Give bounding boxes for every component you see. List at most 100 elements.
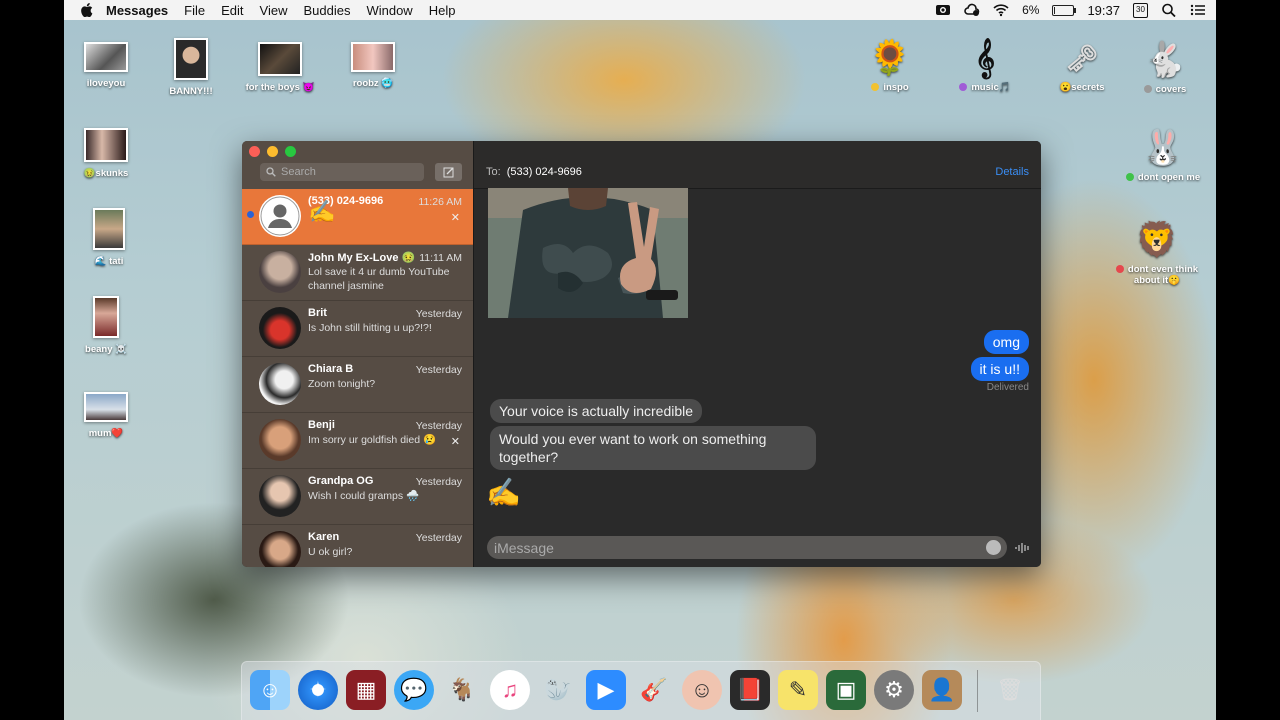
spotlight-search-icon[interactable] — [1161, 3, 1177, 17]
conversation-row[interactable]: Brit Yesterday Is John still hitting u u… — [242, 301, 473, 357]
received-message-bubble[interactable]: Your voice is actually incredible — [490, 399, 703, 423]
sent-message-bubble[interactable]: omg — [983, 330, 1029, 354]
conversation-time: Yesterday — [415, 364, 462, 376]
unread-dot — [247, 211, 254, 218]
conversation-row[interactable]: Karen Yesterday U ok girl? — [242, 525, 473, 567]
close-window-button[interactable] — [249, 146, 260, 157]
zoom-icon[interactable]: ▶ — [586, 670, 626, 710]
conversation-name: Brit — [308, 307, 327, 319]
desktop-folder-dont-even-think-about-it[interactable]: 🦁 dont even think about it🤫 — [1112, 220, 1202, 286]
minimize-window-button[interactable] — [267, 146, 278, 157]
desktop-icon-label: tati — [109, 256, 124, 267]
dock: ☺ ✦ ▦ 💬 🐐 ♫ 🦭 ▶ 🎸 ☺ 📕 ✎ ▣ ⚙ 👤 🗑 — [241, 661, 1041, 720]
sent-message-bubble[interactable]: it is u!! — [970, 357, 1029, 381]
calendar-icon[interactable]: 30 — [1133, 2, 1148, 18]
system-preferences-icon[interactable]: ⚙ — [874, 670, 914, 710]
clock[interactable]: 19:37 — [1087, 3, 1120, 18]
conversation-preview: ✍️ — [308, 199, 336, 224]
desktop-folder-skunks[interactable]: 🤢skunks — [64, 128, 151, 179]
garageband-icon[interactable]: 🎸 — [634, 670, 674, 710]
creative-cloud-icon[interactable] — [964, 3, 980, 17]
desktop-folder-covers[interactable]: 🐇 covers — [1120, 40, 1210, 95]
desktop-folder-mum[interactable]: mum❤️ — [64, 392, 151, 439]
desktop-folder-for-the-boys[interactable]: for the boys 😈 — [235, 42, 325, 93]
face-icon[interactable]: ☺ — [682, 670, 722, 710]
mascot-icon[interactable]: 🐐 — [442, 670, 482, 710]
conversation-row[interactable]: Benji Yesterday Im sorry ur goldfish die… — [242, 413, 473, 469]
compose-button[interactable] — [435, 163, 462, 181]
desktop-folder-music[interactable]: 𝄞 music🎵 — [940, 38, 1030, 93]
battery-icon[interactable] — [1052, 4, 1077, 16]
desktop-icon-label: dont open me — [1137, 172, 1201, 183]
contacts-icon[interactable]: 👤 — [922, 670, 962, 710]
emoji-message[interactable]: ✍️ — [486, 476, 521, 509]
desktop-icon-label: inspo — [883, 82, 909, 93]
zoom-window-button[interactable] — [285, 146, 296, 157]
photo-thumbnail — [174, 38, 208, 80]
conversation-row[interactable]: Chiara B Yesterday Zoom tonight? — [242, 357, 473, 413]
menu-window[interactable]: Window — [366, 3, 412, 18]
details-button[interactable]: Details — [995, 166, 1029, 178]
photo-booth-icon[interactable]: ▦ — [346, 670, 386, 710]
menu-help[interactable]: Help — [429, 3, 456, 18]
conversation-row[interactable]: (533) 024-9696 11:26 AM ✍️ ✕ — [242, 189, 473, 245]
audio-message-icon[interactable] — [1015, 541, 1031, 555]
wifi-icon[interactable] — [993, 3, 1009, 17]
menu-file[interactable]: File — [184, 3, 205, 18]
menu-app-name[interactable]: Messages — [106, 3, 168, 18]
desktop-icon-label: dont even think about it🤫 — [1127, 264, 1199, 286]
calendar-day: 30 — [1136, 4, 1145, 14]
recipient-field[interactable]: To: (533) 024-9696 — [486, 166, 582, 178]
apple-icon[interactable] — [80, 3, 94, 17]
preview-icon[interactable]: ▣ — [826, 670, 866, 710]
battery-percent[interactable]: 6% — [1022, 3, 1039, 17]
desktop-folder-beany[interactable]: beany ☠️ — [64, 296, 151, 355]
received-message-bubble[interactable]: Would you ever want to work on something… — [490, 426, 816, 470]
bunny-icon: 🐇 — [1143, 41, 1187, 79]
menu-buddies[interactable]: Buddies — [303, 3, 350, 18]
camera-icon[interactable] — [935, 3, 951, 17]
menu-edit[interactable]: Edit — [221, 3, 243, 18]
message-input[interactable]: iMessage — [487, 536, 1007, 559]
itunes-icon[interactable]: ♫ — [490, 670, 530, 710]
emoji-badge: 🌊 — [94, 256, 107, 267]
emoji-badge: 🤢 — [83, 168, 96, 179]
delete-conversation-icon[interactable]: ✕ — [451, 211, 460, 224]
desktop-folder-iloveyou[interactable]: iloveyou — [64, 42, 151, 89]
tag-dot — [959, 83, 968, 91]
walrus-icon[interactable]: 🦭 — [538, 670, 578, 710]
desktop-folder-secrets[interactable]: 🗝 😮secrets — [1037, 38, 1127, 93]
conversation-preview: Zoom tonight? — [308, 378, 376, 390]
safari-icon[interactable]: ✦ — [298, 670, 338, 710]
desktop-folder-inspo[interactable]: 🌻 inspo — [845, 38, 935, 93]
desktop-folder-roobz[interactable]: roobz 🥶 — [328, 42, 418, 89]
stickies-icon[interactable]: ✎ — [778, 670, 818, 710]
conversation-row[interactable]: Grandpa OG Yesterday Wish I could gramps… — [242, 469, 473, 525]
emoji-picker-icon[interactable] — [986, 540, 1001, 555]
desktop-folder-banny[interactable]: BANNY!!! — [146, 38, 236, 97]
finder-icon[interactable]: ☺ — [250, 670, 290, 710]
avatar — [259, 363, 301, 405]
menu-view[interactable]: View — [260, 3, 288, 18]
dock-separator — [977, 670, 978, 712]
desktop-folder-tati[interactable]: 🌊 tati — [64, 208, 154, 267]
avatar — [259, 195, 301, 237]
photo-attachment[interactable] — [488, 188, 688, 318]
conversation-row[interactable]: John My Ex-Love 🤢 ... 11:11 AM Lol save … — [242, 245, 473, 301]
conversation-name: Benji — [308, 419, 335, 431]
conversation-time: Yesterday — [415, 308, 462, 320]
trash-icon[interactable]: 🗑 — [990, 670, 1030, 710]
conversation-list: (533) 024-9696 11:26 AM ✍️ ✕ John My Ex-… — [242, 189, 473, 567]
avatar — [259, 251, 301, 293]
treble-clef-icon: 𝄞 — [974, 39, 996, 77]
delete-conversation-icon[interactable]: ✕ — [451, 435, 460, 448]
photo-icon[interactable]: 📕 — [730, 670, 770, 710]
desktop-folder-dont-open-me[interactable]: 🐰 dont open me — [1118, 128, 1208, 183]
conversation-name: Grandpa OG — [308, 475, 374, 487]
messages-icon[interactable]: 💬 — [394, 670, 434, 710]
desktop-icon-label: for the boys 😈 — [245, 82, 315, 93]
photo-thumbnail — [84, 392, 128, 422]
search-field[interactable]: Search — [260, 163, 424, 181]
avatar — [259, 307, 301, 349]
notification-center-icon[interactable] — [1190, 3, 1206, 17]
